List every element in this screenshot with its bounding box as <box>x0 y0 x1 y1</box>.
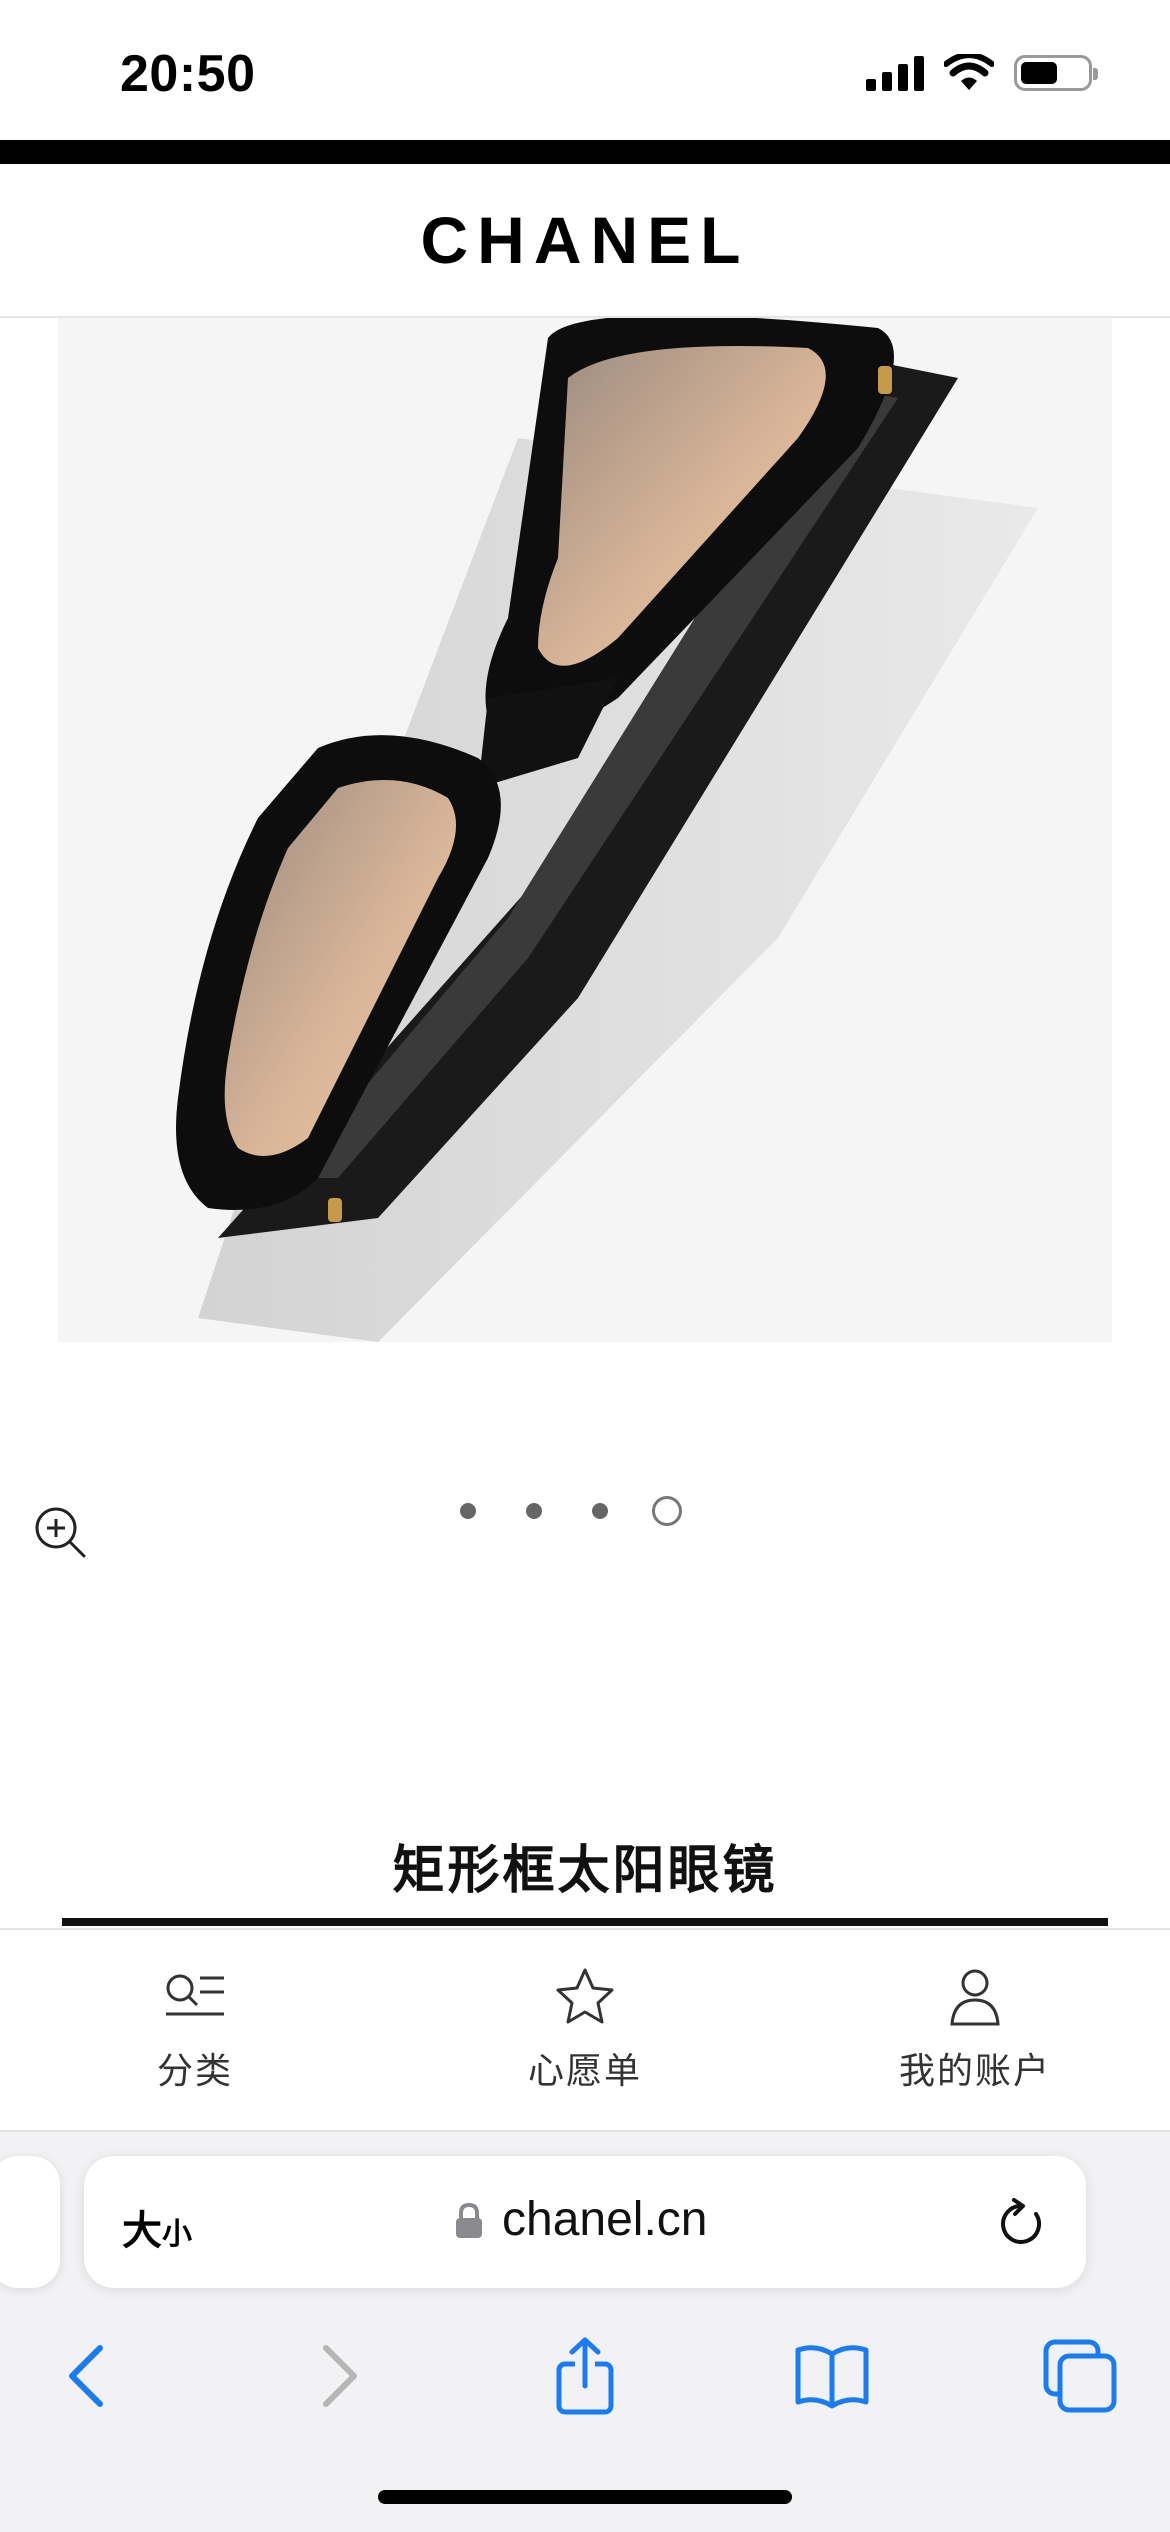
forward-arrow-icon[interactable] <box>298 2336 378 2416</box>
text-size-small: 小 <box>162 2218 192 2251</box>
star-icon <box>556 1968 614 2024</box>
brand-logo[interactable]: CHANEL <box>421 202 750 278</box>
battery-level <box>1021 62 1057 84</box>
browser-toolbar: 大小 chanel.cn <box>0 2132 1170 2532</box>
title-underline <box>62 1918 1108 1926</box>
address-bar[interactable]: 大小 chanel.cn <box>84 2156 1086 2288</box>
back-arrow-icon[interactable] <box>48 2336 128 2416</box>
tab-account[interactable]: 我的账户 <box>780 1930 1170 2130</box>
reload-icon[interactable] <box>996 2196 1048 2252</box>
carousel-dot[interactable] <box>526 1503 542 1519</box>
product-image[interactable] <box>58 318 1112 1342</box>
text-size-big: 大 <box>122 2209 162 2253</box>
carousel-dot[interactable] <box>592 1503 608 1519</box>
previous-tab-preview[interactable] <box>0 2156 60 2288</box>
text-size-button[interactable]: 大小 <box>122 2198 192 2256</box>
share-icon[interactable] <box>545 2336 625 2416</box>
home-indicator[interactable] <box>378 2490 792 2504</box>
browser-nav-row <box>0 2318 1170 2418</box>
tab-label: 分类 <box>156 2050 233 2091</box>
lock-icon <box>456 2202 482 2238</box>
tabs-icon[interactable] <box>1040 2336 1120 2416</box>
header-top-rule <box>0 140 1170 164</box>
tab-label: 心愿单 <box>527 2050 642 2091</box>
carousel-dot-active[interactable] <box>652 1496 682 1526</box>
carousel-pagination <box>460 1496 682 1526</box>
cellular-signal-icon <box>866 55 924 91</box>
battery-icon <box>1014 55 1098 91</box>
tab-label: 我的账户 <box>898 2050 1051 2091</box>
status-bar: 20:50 <box>0 0 1170 140</box>
status-time: 20:50 <box>120 45 256 103</box>
category-list-icon <box>166 1974 224 2016</box>
status-icons <box>866 54 1098 92</box>
carousel-dot[interactable] <box>460 1503 476 1519</box>
tab-category[interactable]: 分类 <box>0 1930 390 2130</box>
bookmarks-icon[interactable] <box>792 2336 872 2416</box>
product-title: 矩形框太阳眼镜 <box>392 1842 778 1900</box>
wifi-icon <box>944 54 994 90</box>
tab-wishlist[interactable]: 心愿单 <box>390 1930 780 2130</box>
person-icon <box>950 1969 1000 2026</box>
zoom-in-icon[interactable] <box>32 1504 88 1560</box>
url-text[interactable]: chanel.cn <box>502 2192 707 2247</box>
sunglasses-illustration <box>176 318 1038 1342</box>
bottom-tab-bar: 分类 心愿单 我的账户 <box>0 1928 1170 2132</box>
site-header: CHANEL <box>0 164 1170 318</box>
